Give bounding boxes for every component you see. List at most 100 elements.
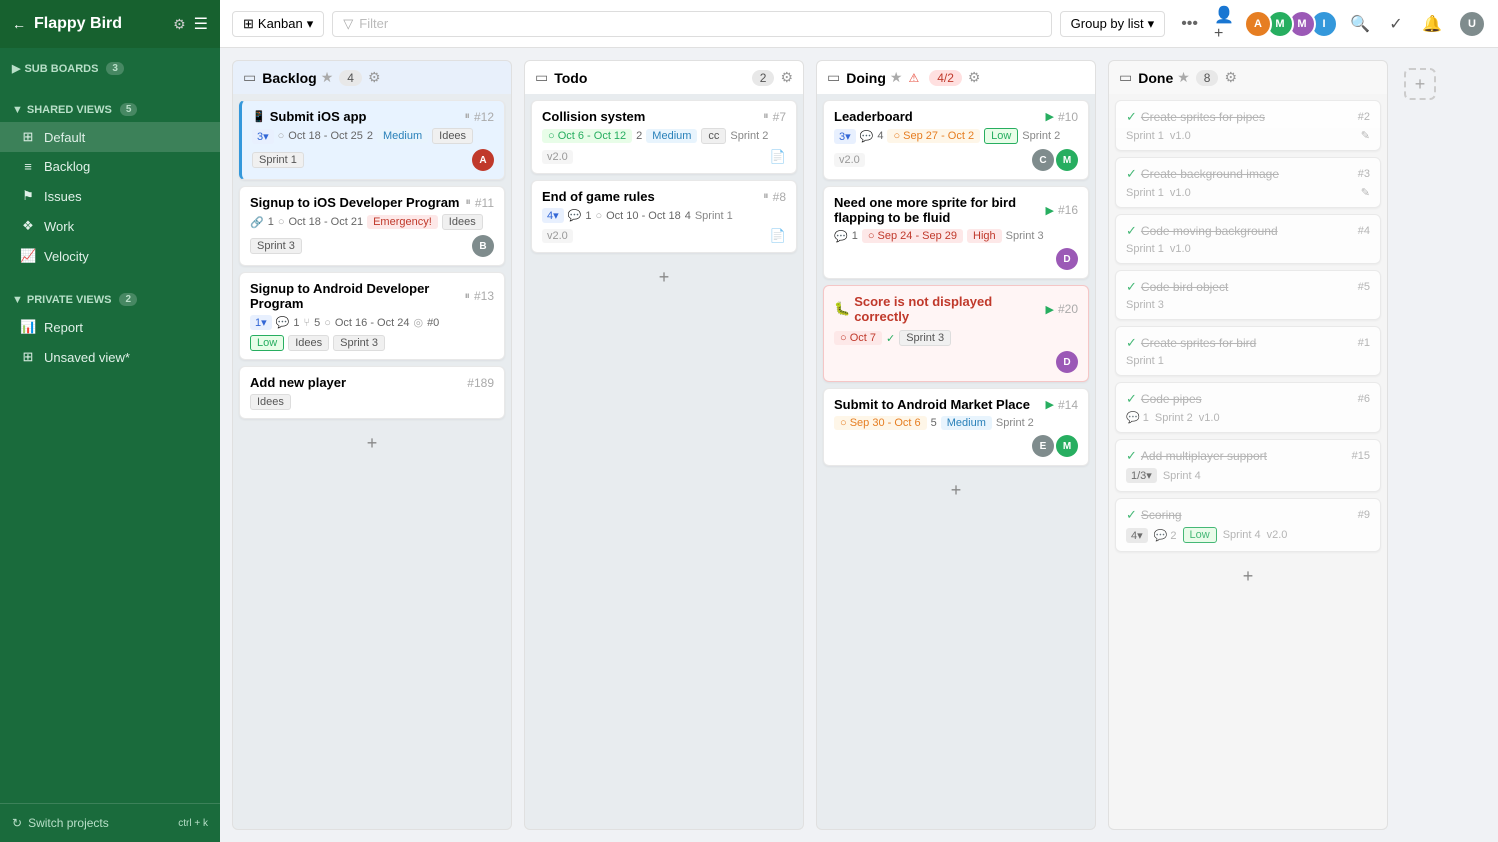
end-game-pill[interactable]: 4▾ — [542, 208, 564, 223]
kanban-button[interactable]: ⊞ Kanban ▾ — [232, 11, 324, 37]
gear-icon[interactable]: ⚙ — [173, 16, 186, 33]
report-icon: 📊 — [20, 319, 36, 335]
done-gear-icon[interactable]: ⚙ — [1224, 69, 1237, 86]
add-player-num: #189 — [467, 376, 494, 390]
pipes-edit: ✎ — [1361, 129, 1370, 142]
backlog-add-btn[interactable]: + — [239, 425, 505, 462]
score-sprint: Sprint 3 — [899, 330, 951, 346]
shared-views-header[interactable]: ▼ SHARED VIEWS 5 — [0, 97, 220, 122]
end-game-comment: 1 — [585, 210, 591, 222]
search-icon[interactable]: 🔍 — [1346, 10, 1374, 38]
ios-tag-idees: Idees — [432, 128, 473, 144]
sidebar-item-report[interactable]: 📊 Report — [0, 312, 220, 342]
todo-collapse-icon[interactable]: ▭ — [535, 69, 548, 86]
check-code-bg: ✓ — [1126, 223, 1137, 239]
leaderboard-pill[interactable]: 3▾ — [834, 129, 856, 144]
main-area: ⊞ Kanban ▾ ▽ Filter Group by list ▾ ••• … — [220, 0, 1498, 842]
add-column-btn[interactable]: + — [1404, 68, 1436, 100]
add-member-icon[interactable]: 👤+ — [1214, 10, 1242, 38]
sidebar-item-backlog[interactable]: ≡ Backlog — [0, 152, 220, 181]
sidebar-item-default[interactable]: ⊞ Default — [0, 122, 220, 152]
signup-ios-idees: Idees — [442, 214, 483, 230]
bell-icon[interactable]: 🔔 — [1418, 10, 1446, 38]
sidebar-item-unsaved[interactable]: ⊞ Unsaved view* — [0, 342, 220, 372]
sidebar-item-issues[interactable]: ⚑ Issues — [0, 181, 220, 211]
card-scoring: ✓ Scoring #9 4▾ 💬 2 Low Sprint 4 v2.0 — [1115, 498, 1381, 552]
add-player-title: Add new player — [250, 375, 463, 390]
clock-icon: ○ — [278, 130, 285, 142]
check-icon[interactable]: ✓ — [1382, 10, 1410, 38]
add-column-area: + — [1400, 60, 1440, 830]
comment-icon: 💬 — [276, 316, 290, 329]
doing-gear-icon[interactable]: ⚙ — [968, 69, 981, 86]
user-avatar[interactable]: U — [1458, 10, 1486, 38]
done-star-icon[interactable]: ★ — [1177, 69, 1190, 86]
play-icon-4: ▶ — [1046, 398, 1054, 411]
doing-count: 4/2 — [929, 70, 962, 86]
android-market-medium: Medium — [941, 416, 992, 430]
column-todo: ▭ Todo 2 ⚙ Collision system ⏸ #7 — [524, 60, 804, 830]
backlog-gear-icon[interactable]: ⚙ — [368, 69, 381, 86]
backlog-star-icon[interactable]: ★ — [321, 69, 334, 86]
scoring-pill[interactable]: 4▾ — [1126, 528, 1148, 543]
multiplayer-pill[interactable]: 1/3▾ — [1126, 468, 1157, 483]
back-icon[interactable]: ← — [12, 16, 26, 32]
sidebar-item-work[interactable]: ❖ Work — [0, 211, 220, 241]
clock-icon-4: ○ — [595, 210, 602, 222]
check-pipes: ✓ — [1126, 109, 1137, 125]
score-date: ○ Oct 7 — [834, 331, 882, 345]
card-android-market: Submit to Android Market Place ▶ #14 ○ S… — [823, 388, 1089, 466]
filter-input[interactable]: ▽ Filter — [332, 11, 1051, 37]
code-bird-num: #5 — [1358, 281, 1370, 293]
sub-boards-header[interactable]: ▶ SUB BOARDS 3 — [0, 56, 220, 81]
multiplayer-sprint: Sprint 4 — [1163, 470, 1201, 482]
doing-star-icon[interactable]: ★ — [890, 69, 903, 86]
done-collapse-icon[interactable]: ▭ — [1119, 69, 1132, 86]
clock-icon-3: ○ — [324, 317, 331, 329]
collision-medium: Medium — [646, 129, 697, 143]
backlog-body: 📱 Submit iOS app ⏸ #12 3▾ ○ Oct 18 - Oct… — [232, 94, 512, 830]
leaderboard-num: #10 — [1058, 110, 1078, 124]
done-add-btn[interactable]: + — [1115, 558, 1381, 595]
end-game-title: End of game rules — [542, 189, 759, 204]
doing-collapse-icon[interactable]: ▭ — [827, 69, 840, 86]
play-icon-2: ▶ — [1046, 204, 1054, 217]
doing-add-btn[interactable]: + — [823, 472, 1089, 509]
sidebar-item-velocity[interactable]: 📈 Velocity — [0, 241, 220, 271]
more-options-button[interactable]: ••• — [1173, 11, 1206, 37]
app-title: Flappy Bird — [34, 15, 165, 33]
todo-gear-icon[interactable]: ⚙ — [780, 69, 793, 86]
todo-add-btn[interactable]: + — [531, 259, 797, 296]
play-icon: ▶ — [1046, 110, 1054, 123]
end-game-version: v2.0 — [542, 229, 573, 243]
end-game-count: 4 — [685, 210, 691, 222]
android-market-sprint: Sprint 2 — [996, 417, 1034, 429]
doc-icon: 📄 — [770, 149, 786, 165]
sprite-high: High — [967, 229, 1002, 243]
android-market-num: #14 — [1058, 398, 1078, 412]
menu-icon[interactable]: ☰ — [194, 14, 208, 34]
scoring-num: #9 — [1358, 509, 1370, 521]
kanban-icon: ⊞ — [243, 16, 254, 32]
android-sprint-pill[interactable]: 1▾ — [250, 315, 272, 330]
code-pipes-num: #6 — [1358, 393, 1370, 405]
todo-title: Todo — [554, 70, 746, 86]
score-num: #20 — [1058, 302, 1078, 316]
group-by-button[interactable]: Group by list ▾ — [1060, 11, 1166, 37]
private-views-header[interactable]: ▼ PRIVATE VIEWS 2 — [0, 287, 220, 312]
android-market-avatar-1: E — [1032, 435, 1054, 457]
backlog-collapse-icon[interactable]: ▭ — [243, 69, 256, 86]
android-sprint: Sprint 3 — [333, 335, 385, 351]
bg-edit: ✎ — [1361, 186, 1370, 199]
kanban-board: ▭ Backlog ★ 4 ⚙ 📱 Submit iOS app ⏸ — [220, 48, 1498, 842]
signup-android-title: Signup to Android Developer Program — [250, 281, 460, 311]
ios-sprint-pill[interactable]: 3▾ — [252, 129, 274, 144]
bg-version: v1.0 — [1170, 187, 1191, 199]
code-pipes-title: Code pipes — [1141, 392, 1202, 406]
link-icon: 🔗 — [250, 216, 264, 229]
sprite-bird-title: Need one more sprite for bird flapping t… — [834, 195, 1042, 225]
column-backlog: ▭ Backlog ★ 4 ⚙ 📱 Submit iOS app ⏸ — [232, 60, 512, 830]
switch-projects-btn[interactable]: ↻ Switch projects ctrl + k — [0, 803, 220, 842]
android-tag-low: Low — [250, 335, 284, 351]
signup-ios-title: Signup to iOS Developer Program — [250, 195, 461, 210]
